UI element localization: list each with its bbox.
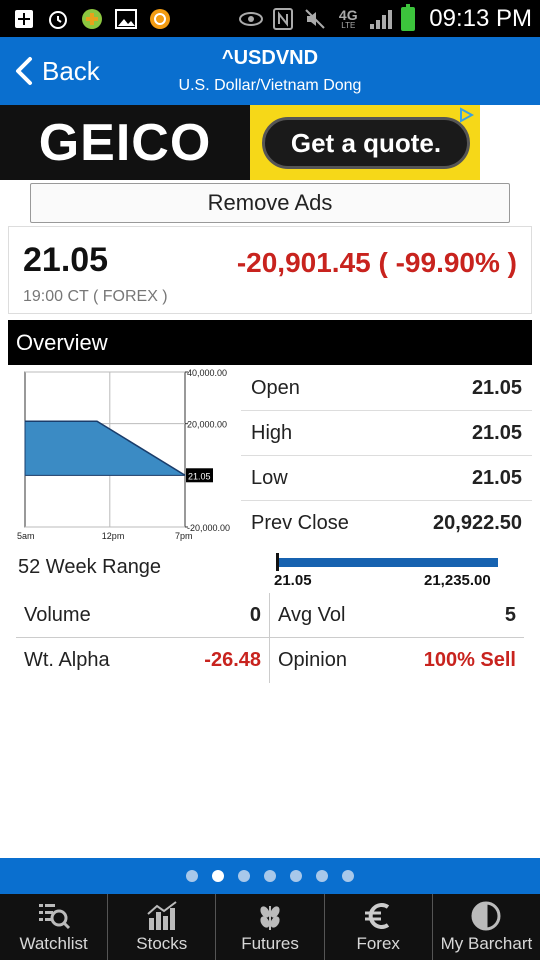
network-indicator: 4G LTE: [335, 8, 361, 30]
week-range-high: 21,235.00: [424, 572, 491, 589]
last-price: 21.05: [23, 241, 109, 279]
back-label: Back: [42, 55, 100, 86]
tab-stocks[interactable]: Stocks: [108, 894, 217, 960]
stat-value: 21.05: [471, 376, 522, 399]
tab-label: Forex: [356, 934, 400, 953]
forex-icon: [361, 900, 395, 932]
tab-label: Stocks: [136, 934, 188, 953]
week-range-bar: [276, 558, 498, 567]
page-dot[interactable]: [316, 870, 328, 882]
stat-cell-volume: Volume 0: [16, 592, 270, 638]
add-icon: [12, 8, 36, 30]
quote-timestamp: 19:00 CT ( FOREX ): [23, 288, 168, 305]
stat-row-high: High 21.05: [241, 411, 532, 456]
stat-value: 20,922.50: [433, 512, 522, 534]
page-subtitle: U.S. Dollar/Vietnam Dong: [178, 77, 362, 94]
page-dot[interactable]: [342, 870, 354, 882]
status-time: 09:13 PM: [429, 4, 532, 32]
status-bar: 4G LTE 09:13 PM: [0, 0, 540, 37]
stat-cell-avg-vol: Avg Vol 5: [270, 593, 524, 638]
chart-y-tick-label: 40,000.00: [187, 368, 227, 378]
stat-row-open: Open 21.05: [241, 366, 532, 411]
nfc-icon: [271, 7, 295, 30]
stat-cell-wt-alpha: Wt. Alpha -26.48: [16, 638, 270, 683]
gallery-icon: [114, 8, 138, 30]
stat-row-prev-close: Prev Close 20,922.50: [241, 501, 532, 546]
tab-label: Watchlist: [19, 934, 88, 953]
tab-futures[interactable]: Futures: [216, 894, 325, 960]
page-dot[interactable]: [212, 870, 224, 882]
stat-label: Opinion: [278, 649, 347, 671]
chart-x-tick-label: 12pm: [102, 531, 125, 541]
app-icon: [80, 8, 104, 30]
nav-header: Back ^USDVND U.S. Dollar/Vietnam Dong: [0, 37, 540, 105]
remove-ads-button[interactable]: Remove Ads: [30, 183, 510, 223]
tab-forex[interactable]: Forex: [325, 894, 433, 960]
ad-banner[interactable]: GEICO Get a quote.: [0, 105, 540, 180]
network-sub-label: LTE: [341, 20, 356, 30]
stat-label: High: [251, 421, 293, 444]
stat-value: -26.48: [204, 649, 261, 671]
page-indicator[interactable]: [0, 858, 540, 894]
stat-value: 5: [504, 603, 516, 626]
bottom-tab-bar: Watchlist Stocks Futures Forex My Barcha…: [0, 894, 540, 960]
ad-brand-logo: GEICO: [0, 105, 250, 180]
back-button[interactable]: Back: [12, 51, 100, 91]
price-chart[interactable]: 40,000.00 20,000.00 -20,000.00 21.05 5am 12pm…: [8, 365, 243, 543]
tab-watchlist[interactable]: Watchlist: [0, 894, 109, 960]
stat-value: 21.05: [471, 466, 522, 489]
ad-cta-button[interactable]: Get a quote.: [262, 117, 470, 169]
overview-content: 40,000.00 20,000.00 -20,000.00 21.05 5am 12pm…: [8, 365, 532, 858]
barchart-icon: [469, 900, 503, 932]
watchlist-icon: [37, 900, 71, 932]
stocks-icon: [145, 900, 179, 932]
chart-y-tick-label: -20,000.00: [187, 523, 230, 533]
week-range-marker: [276, 553, 279, 571]
network-label: 4G: [338, 6, 358, 23]
section-header-overview: Overview: [8, 320, 532, 365]
stat-label: Prev Close: [251, 512, 349, 534]
eye-icon: [239, 8, 264, 30]
price-change: -20,901.45 ( -99.90% ): [236, 247, 517, 278]
stats-grid-row: Volume 0 Avg Vol 5: [16, 592, 524, 638]
stat-label: Volume: [24, 603, 91, 626]
page-title: ^USDVND: [221, 47, 319, 69]
battery-icon: [401, 3, 416, 31]
section-title: Overview: [16, 330, 108, 355]
stats-grid-row: Wt. Alpha -26.48 Opinion 100% Sell: [16, 638, 524, 683]
ad-cta-label: Get a quote.: [290, 127, 442, 158]
chart-x-tick-label: 7pm: [175, 531, 193, 541]
alarm-icon: [46, 8, 70, 30]
chart-x-tick-label: 5am: [17, 531, 35, 541]
ad-brand-text: GEICO: [38, 113, 212, 172]
stat-label: Open: [251, 376, 300, 399]
tab-label: My Barchart: [440, 934, 533, 953]
page-dot[interactable]: [264, 870, 276, 882]
sync-icon: [148, 8, 172, 30]
stat-label: Avg Vol: [278, 603, 346, 626]
tab-label: Futures: [241, 934, 299, 953]
signal-icon: [369, 8, 393, 30]
page-dot[interactable]: [238, 870, 250, 882]
stat-label: Low: [251, 466, 288, 489]
chart-y-tick-label: 20,000.00: [187, 420, 227, 430]
week-range-label: 52 Week Range: [18, 556, 162, 578]
mute-icon: [303, 8, 327, 30]
quote-panel: 21.05 -20,901.45 ( -99.90% ) 19:00 CT ( …: [8, 226, 532, 314]
stat-value: 100% Sell: [423, 649, 516, 671]
stat-value: 0: [249, 603, 261, 626]
tab-my-barchart[interactable]: My Barchart: [433, 894, 540, 960]
ad-choices-icon[interactable]: [456, 107, 476, 127]
page-dot[interactable]: [186, 870, 198, 882]
chart-current-label: 21.05: [188, 471, 211, 481]
chevron-left-icon: [16, 57, 32, 85]
stat-cell-opinion[interactable]: Opinion 100% Sell: [270, 638, 524, 683]
futures-icon: [253, 900, 287, 932]
week-range-low: 21.05: [274, 572, 312, 589]
page-dot[interactable]: [290, 870, 302, 882]
stat-value: 21.05: [471, 421, 522, 444]
stat-row-low: Low 21.05: [241, 456, 532, 501]
stat-label: Wt. Alpha: [24, 649, 110, 671]
